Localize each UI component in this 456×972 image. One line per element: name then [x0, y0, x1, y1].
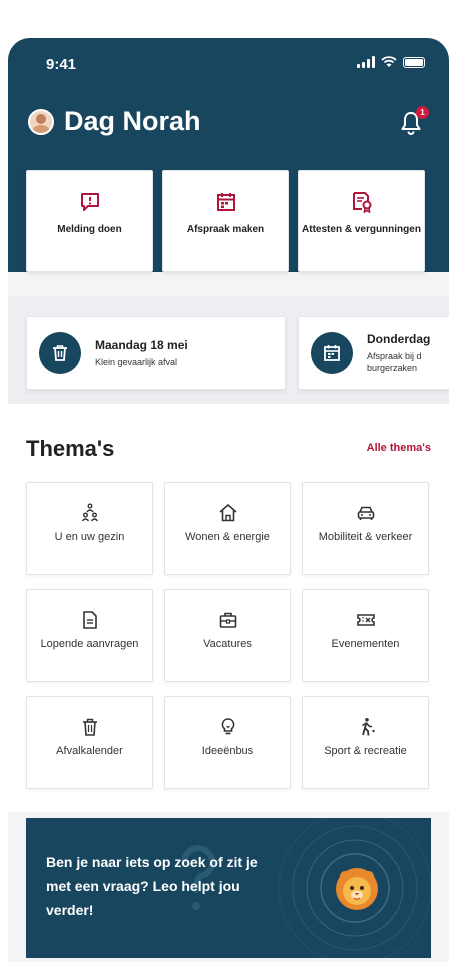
- trash-icon: [82, 718, 97, 736]
- status-time: 9:41: [46, 56, 77, 73]
- notification-badge: 1: [416, 106, 429, 119]
- theme-label: Afvalkalender: [56, 745, 123, 757]
- quick-action-afspraak[interactable]: Afspraak maken: [162, 170, 289, 272]
- agenda-card[interactable]: Donderdag Afspraak bij d burgerzaken: [298, 316, 449, 390]
- theme-label: Vacatures: [203, 638, 252, 650]
- theme-label: Wonen & energie: [185, 531, 270, 543]
- theme-tile-gezin[interactable]: U en uw gezin: [26, 482, 153, 575]
- theme-tile-evenementen[interactable]: Evenementen: [302, 589, 429, 682]
- theme-tile-afvalkalender[interactable]: Afvalkalender: [26, 696, 153, 789]
- theme-label: U en uw gezin: [54, 531, 125, 543]
- theme-tile-wonen[interactable]: Wonen & energie: [164, 482, 291, 575]
- quick-action-label: Afspraak maken: [186, 224, 265, 235]
- theme-label: Mobiliteit & verkeer: [318, 531, 413, 543]
- theme-label: Evenementen: [331, 638, 400, 650]
- lightbulb-icon: [221, 718, 234, 735]
- leo-lion-mascot[interactable]: [333, 864, 381, 912]
- certificate-icon: [352, 192, 371, 213]
- all-themes-link[interactable]: Alle thema's: [367, 442, 431, 454]
- chatbot-banner[interactable]: Ben je naar iets op zoek of zit je met e…: [26, 818, 431, 958]
- agenda-card[interactable]: Maandag 18 mei Klein gevaarlijk afval: [26, 316, 286, 390]
- themes-section: Thema's Alle thema's U en uw gezin Wonen…: [8, 404, 449, 812]
- walking-icon: [361, 718, 375, 736]
- theme-tile-ideeenbus[interactable]: Ideeënbus: [164, 696, 291, 789]
- theme-label: Sport & recreatie: [324, 745, 407, 757]
- avatar[interactable]: [28, 108, 54, 135]
- family-icon: [81, 503, 98, 522]
- quick-action-melding[interactable]: Melding doen: [26, 170, 153, 272]
- alert-message-icon: [80, 193, 99, 211]
- notifications-button[interactable]: 1: [399, 106, 429, 136]
- status-icons: [357, 56, 425, 68]
- section-title: Thema's: [26, 436, 115, 461]
- agenda-icon-circle: [39, 332, 81, 374]
- quick-action-label: Melding doen: [57, 224, 122, 235]
- theme-label: Ideeënbus: [201, 745, 254, 757]
- app-screen: 9:41 Dag Norah 1 Melding doen Afspraak m…: [8, 38, 449, 962]
- greeting-row: Dag Norah: [28, 106, 201, 137]
- theme-tile-aanvragen[interactable]: Lopende aanvragen: [26, 589, 153, 682]
- agenda-icon-circle: [311, 332, 353, 374]
- briefcase-icon: [219, 612, 236, 628]
- greeting-title: Dag Norah: [64, 106, 201, 136]
- car-icon: [357, 506, 374, 520]
- battery-icon: [403, 56, 425, 68]
- ripple-rings-decoration: [278, 818, 431, 958]
- trash-icon: [53, 345, 67, 361]
- quick-actions: Melding doen Afspraak maken Attesten & v…: [26, 170, 425, 272]
- theme-label: Lopende aanvragen: [40, 638, 139, 650]
- ticket-icon: [356, 614, 375, 626]
- quick-action-label: Attesten & vergunningen: [302, 224, 421, 235]
- agenda-title: Maandag 18 mei: [95, 338, 188, 352]
- calendar-icon: [324, 345, 340, 361]
- wifi-icon: [381, 56, 397, 67]
- theme-tile-vacatures[interactable]: Vacatures: [164, 589, 291, 682]
- signal-icon: [357, 56, 375, 68]
- theme-tile-mobiliteit[interactable]: Mobiliteit & verkeer: [302, 482, 429, 575]
- header: 9:41 Dag Norah 1 Melding doen Afspraak m…: [8, 38, 449, 272]
- themes-grid: U en uw gezin Wonen & energie Mobiliteit…: [26, 482, 429, 789]
- house-icon: [218, 504, 237, 522]
- theme-tile-sport[interactable]: Sport & recreatie: [302, 696, 429, 789]
- calendar-icon: [216, 193, 235, 211]
- quick-action-attesten[interactable]: Attesten & vergunningen: [298, 170, 425, 272]
- agenda-title: Donderdag: [367, 332, 431, 346]
- agenda-subtitle: Klein gevaarlijk afval: [95, 357, 178, 367]
- document-icon: [82, 611, 97, 629]
- agenda-carousel[interactable]: Maandag 18 mei Klein gevaarlijk afval Do…: [8, 296, 449, 404]
- agenda-subtitle: Afspraak bij d burgerzaken: [367, 351, 422, 373]
